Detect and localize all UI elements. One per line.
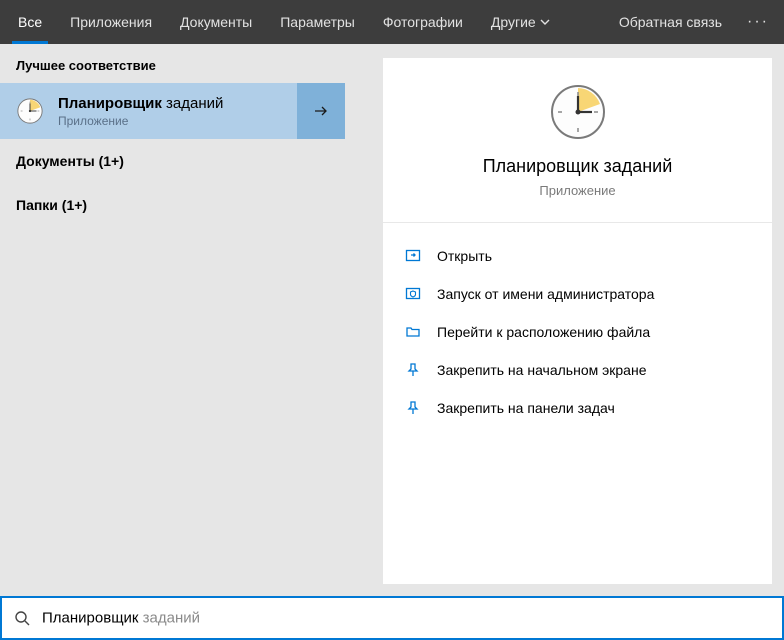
pin-icon	[405, 362, 421, 378]
tab-other[interactable]: Другие	[477, 0, 564, 44]
result-text: Планировщик заданий Приложение	[58, 95, 223, 128]
search-bar: Планировщик заданий	[0, 596, 784, 640]
preview-title: Планировщик заданий	[483, 156, 673, 177]
preview-pane: Планировщик заданий Приложение Открыть З…	[383, 58, 772, 584]
action-pin-taskbar[interactable]: Закрепить на панели задач	[405, 393, 750, 423]
action-label: Перейти к расположению файла	[437, 324, 650, 340]
filter-tabs: Все Приложения Документы Параметры Фотог…	[0, 0, 784, 44]
action-label: Открыть	[437, 248, 492, 264]
arrow-right-icon	[312, 102, 330, 120]
result-subtitle: Приложение	[58, 114, 223, 128]
feedback-link[interactable]: Обратная связь	[605, 0, 736, 44]
tab-settings[interactable]: Параметры	[266, 0, 369, 44]
preview-header: Планировщик заданий Приложение	[383, 58, 772, 223]
tab-all[interactable]: Все	[4, 0, 56, 44]
action-label: Закрепить на начальном экране	[437, 362, 647, 378]
tab-photos[interactable]: Фотографии	[369, 0, 477, 44]
action-open-location[interactable]: Перейти к расположению файла	[405, 317, 750, 347]
results-pane: Лучшее соответствие Планировщик задан	[0, 44, 345, 596]
result-title: Планировщик заданий	[58, 95, 223, 112]
task-scheduler-icon	[16, 97, 44, 125]
shield-icon	[405, 286, 421, 302]
folder-icon	[405, 324, 421, 340]
tab-documents[interactable]: Документы	[166, 0, 266, 44]
expand-result-button[interactable]	[297, 83, 345, 139]
action-open[interactable]: Открыть	[405, 241, 750, 271]
search-icon	[14, 610, 30, 626]
actions-list: Открыть Запуск от имени администратора П…	[383, 223, 772, 441]
preview-subtitle: Приложение	[539, 183, 615, 198]
open-icon	[405, 248, 421, 264]
task-scheduler-icon	[548, 82, 608, 142]
best-match-result[interactable]: Планировщик заданий Приложение	[0, 83, 345, 139]
more-options-button[interactable]: ···	[736, 0, 780, 44]
pin-icon	[405, 400, 421, 416]
action-run-as-admin[interactable]: Запуск от имени администратора	[405, 279, 750, 309]
tab-other-label: Другие	[491, 14, 536, 30]
search-input[interactable]	[42, 598, 770, 638]
action-pin-start[interactable]: Закрепить на начальном экране	[405, 355, 750, 385]
group-documents[interactable]: Документы (1+)	[0, 139, 345, 183]
group-folders[interactable]: Папки (1+)	[0, 183, 345, 227]
action-label: Запуск от имени администратора	[437, 286, 654, 302]
chevron-down-icon	[540, 14, 550, 30]
action-label: Закрепить на панели задач	[437, 400, 615, 416]
best-match-header: Лучшее соответствие	[0, 44, 345, 83]
tab-apps[interactable]: Приложения	[56, 0, 166, 44]
